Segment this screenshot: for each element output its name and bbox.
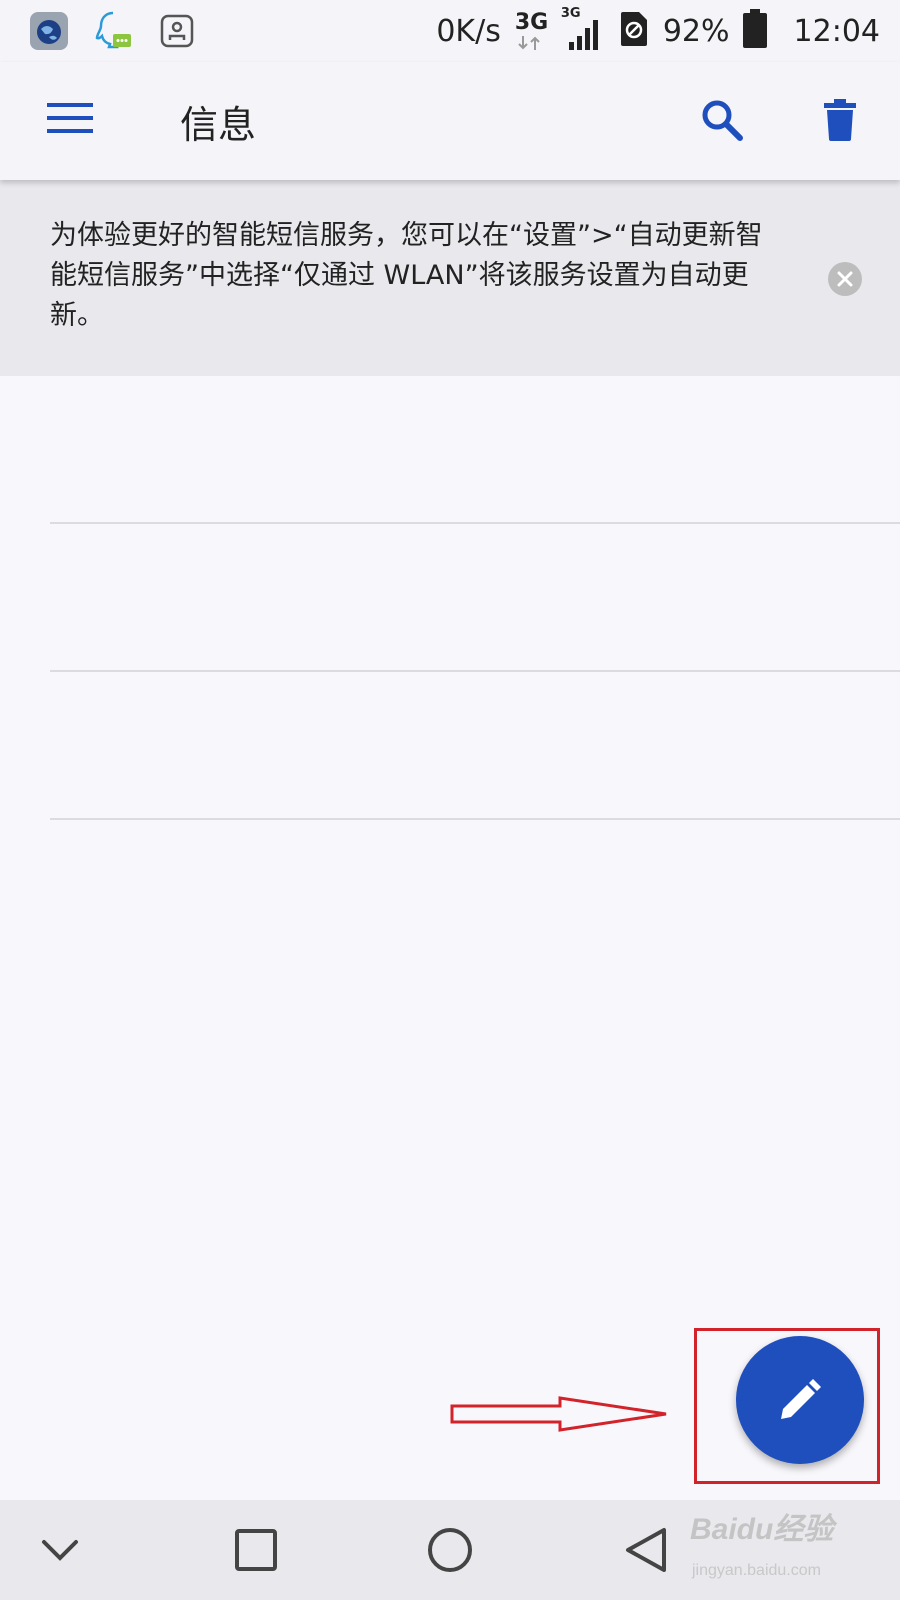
recents-button[interactable] (226, 1520, 286, 1580)
smart-sms-notice: 为体验更好的智能短信服务，您可以在“设置”>“自动更新智能短信服务”中选择“仅通… (0, 180, 900, 376)
battery-icon (742, 9, 768, 53)
notice-close-button[interactable] (828, 262, 862, 296)
data-arrows-icon (518, 36, 540, 50)
battery-percent: 92% (662, 13, 730, 49)
list-item[interactable] (0, 672, 900, 820)
search-button[interactable] (692, 90, 752, 150)
page-title: 信息 (180, 103, 257, 147)
clock: 12:04 (793, 13, 880, 49)
mobile-data-icon: 3G (513, 10, 549, 52)
square-icon (235, 1529, 277, 1571)
do-not-disturb-icon (617, 10, 651, 52)
search-icon (702, 100, 743, 141)
system-indicators: 0K/s 3G 3G 92% 12:04 (436, 6, 880, 53)
signal-icon: 3G (561, 6, 605, 52)
signal-network-label: 3G (560, 6, 581, 21)
app-bar: 信息 (0, 62, 900, 180)
qq-message-icon (92, 10, 134, 52)
trash-icon (824, 99, 856, 141)
network-type-label: 3G (514, 10, 549, 35)
list-item[interactable] (0, 524, 900, 672)
back-button[interactable] (616, 1520, 676, 1580)
network-speed: 0K/s (436, 13, 501, 49)
chevron-down-icon (42, 1540, 78, 1561)
notification-icons (28, 10, 198, 52)
divider (50, 818, 900, 820)
compose-button[interactable] (736, 1336, 864, 1464)
watermark-url: jingyan.baidu.com (692, 1562, 821, 1579)
circle-icon (428, 1528, 472, 1572)
collapse-button[interactable] (30, 1520, 90, 1580)
home-button[interactable] (420, 1520, 480, 1580)
status-bar: 0K/s 3G 3G 92% 12:04 (0, 0, 900, 62)
delete-button[interactable] (810, 90, 870, 150)
watermark-logo: Baidu经验 (690, 1513, 834, 1546)
list-item[interactable] (0, 376, 900, 524)
conversation-list (0, 376, 900, 820)
back-triangle-icon (626, 1528, 666, 1572)
menu-button[interactable] (40, 88, 100, 148)
lock-app-icon (156, 10, 198, 52)
hamburger-icon (47, 103, 93, 133)
close-icon (837, 271, 853, 287)
browser-app-icon (28, 10, 70, 52)
notice-text: 为体验更好的智能短信服务，您可以在“设置”>“自动更新智能短信服务”中选择“仅通… (50, 220, 763, 331)
pencil-icon (781, 1379, 821, 1419)
annotation-arrow (450, 1396, 667, 1432)
